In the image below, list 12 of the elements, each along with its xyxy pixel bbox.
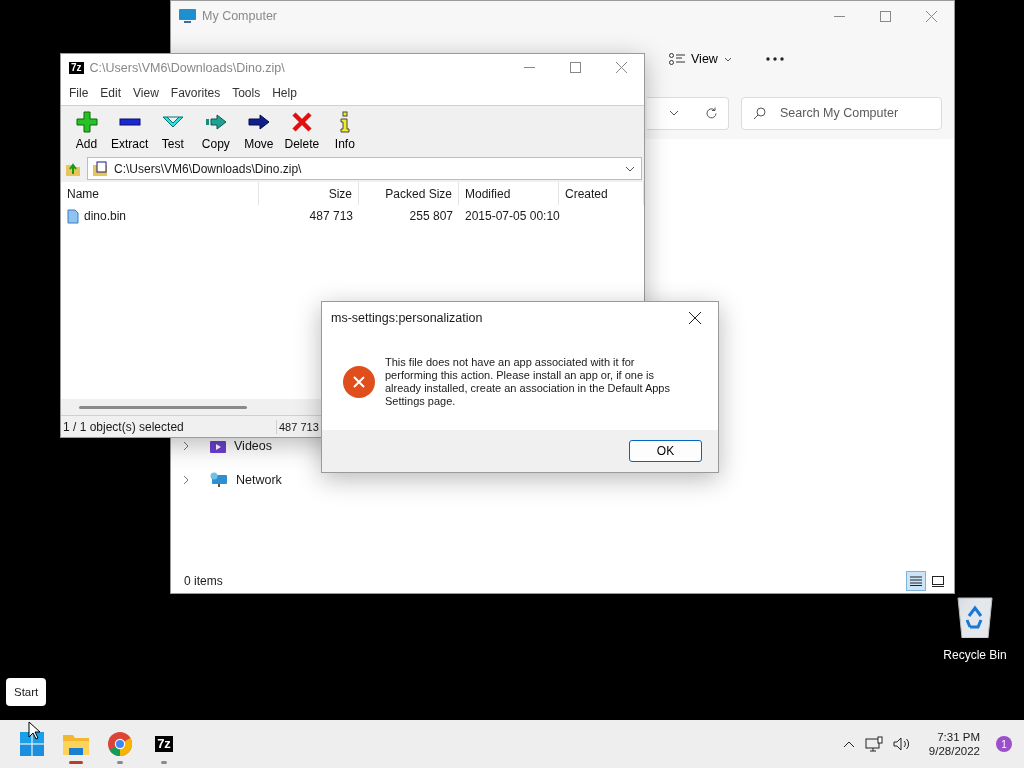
status-text: 0 items	[184, 574, 224, 588]
table-cell-text: 487 713	[308, 208, 354, 225]
window-title: My Computer	[202, 9, 279, 23]
dialog-title: ms-settings:personalization	[331, 311, 484, 325]
start-tooltip: Start	[6, 678, 47, 706]
table-cell-text: 2015-07-05 00:10	[464, 208, 559, 225]
app-logo: 7z	[69, 61, 84, 74]
window-title: C:\Users\VM6\Downloads\Dino.zip\	[89, 60, 286, 75]
table-cell-text: 255 807	[408, 208, 454, 225]
status-text: 1 / 1 object(s) selected	[61, 419, 277, 434]
table-cell: dino.bin	[61, 206, 259, 226]
error-message: This file does not have an app associated with it for performing this action. Please install an app or, if one is already installed, create an association in the Default Apps Settings page.	[385, 356, 671, 408]
